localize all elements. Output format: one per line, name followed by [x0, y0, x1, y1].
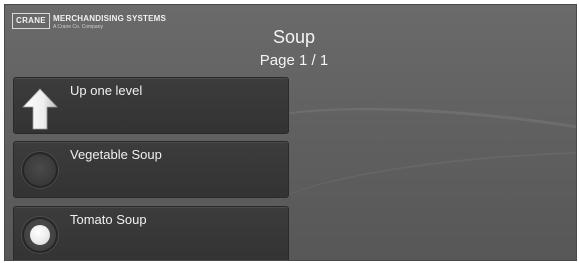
logo-box: CRANE — [12, 13, 50, 29]
vegetable-soup-label: Vegetable Soup — [70, 147, 162, 162]
up-one-level-label: Up one level — [70, 83, 143, 98]
radio-dot — [30, 225, 50, 245]
tomato-soup-label: Tomato Soup — [70, 212, 147, 227]
up-arrow-icon — [22, 88, 58, 130]
crane-logo: CRANE MERCHANDISING SYSTEMS A Crane Co. … — [12, 13, 166, 30]
page-indicator: Page 1 / 1 — [259, 52, 329, 69]
vegetable-soup-button[interactable]: Vegetable Soup — [13, 141, 289, 198]
logo-name: MERCHANDISING SYSTEMS — [52, 14, 167, 23]
up-one-level-button[interactable]: Up one level — [13, 77, 289, 134]
kiosk-screen: CRANE MERCHANDISING SYSTEMS A Crane Co. … — [4, 4, 577, 261]
page-title: Soup — [272, 27, 316, 47]
tomato-soup-button[interactable]: Tomato Soup — [13, 206, 289, 260]
radio-selected-icon — [22, 217, 58, 253]
radio-unselected-icon — [22, 152, 58, 188]
logo-tagline: A Crane Co. Company — [52, 24, 103, 30]
logo-text: MERCHANDISING SYSTEMS A Crane Co. Compan… — [53, 13, 166, 30]
